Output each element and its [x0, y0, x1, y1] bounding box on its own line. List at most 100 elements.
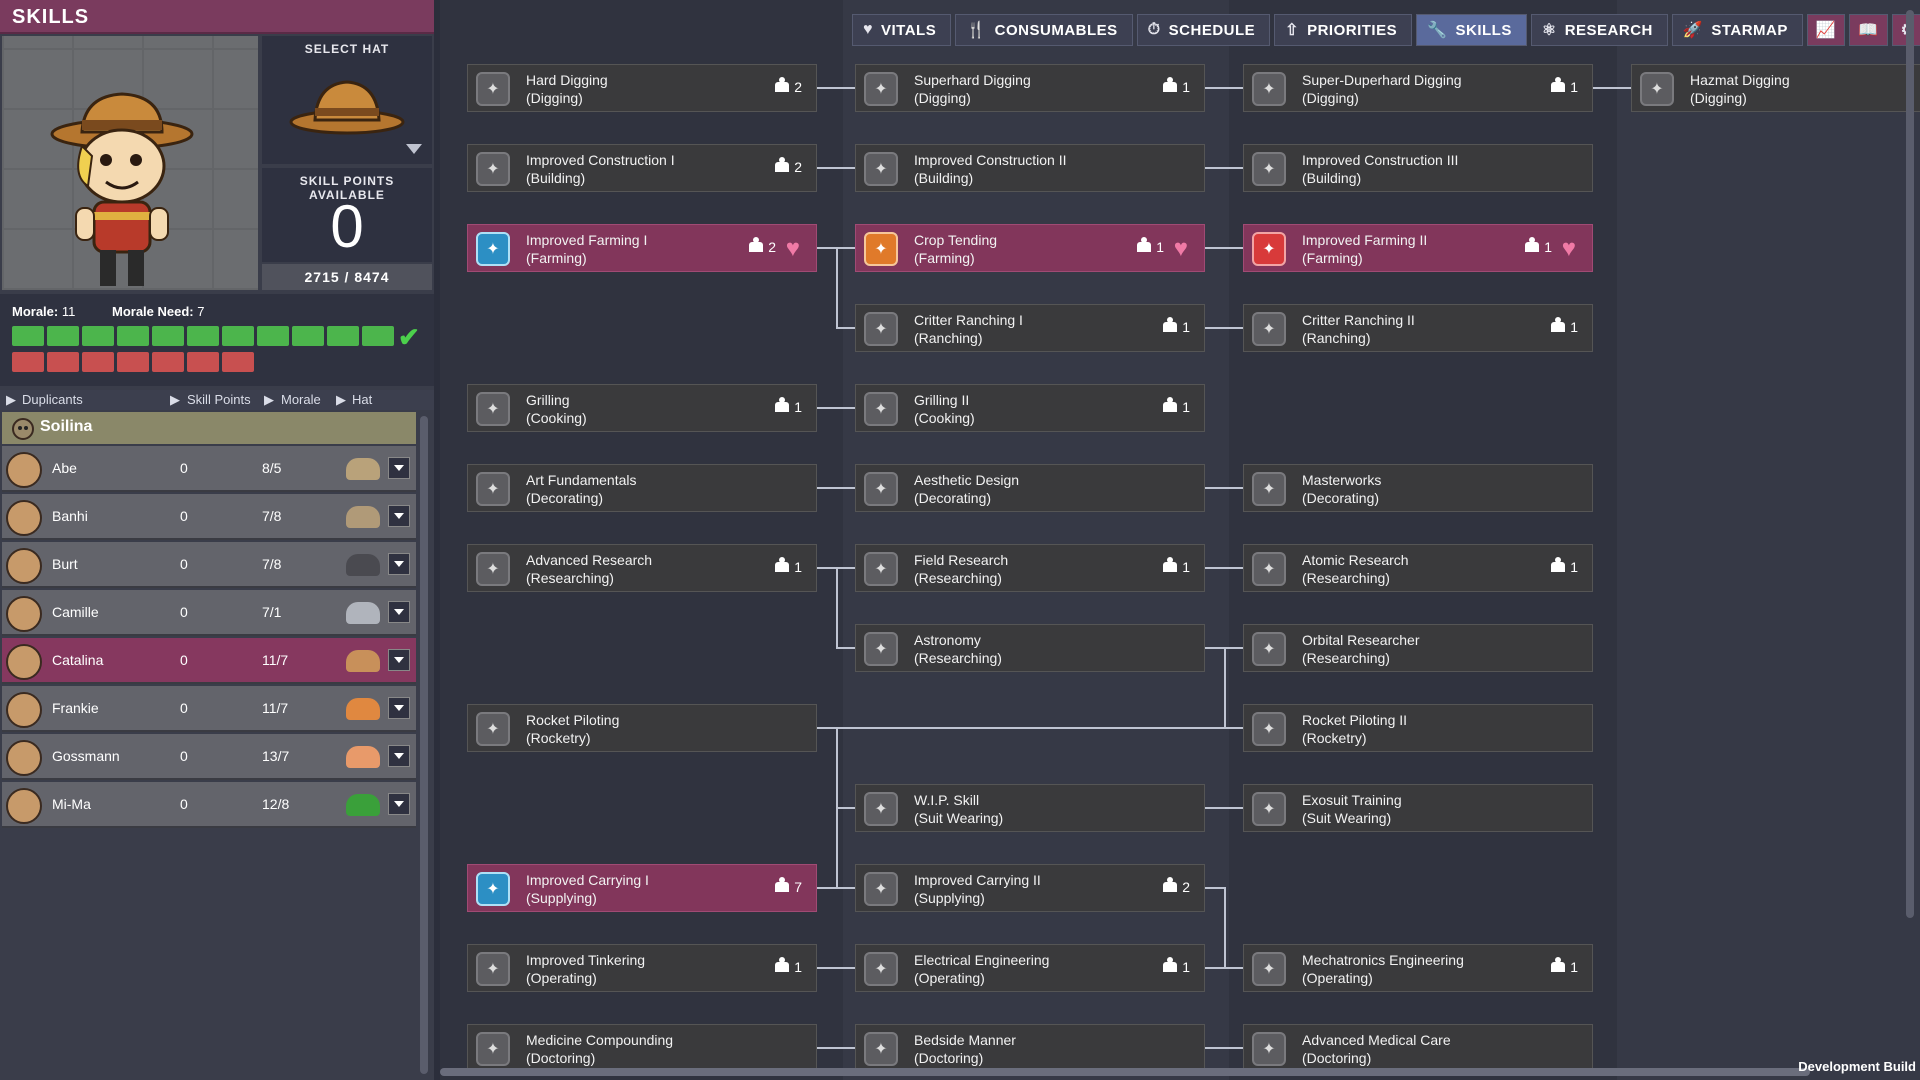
skill-orbital-researcher[interactable]: ✦ Orbital Researcher (Researching): [1243, 624, 1593, 672]
connector-line: [1205, 807, 1243, 809]
skill-improved-construction-3[interactable]: ✦ Improved Construction III (Building): [1243, 144, 1593, 192]
tab-skills[interactable]: 🔧 SKILLS: [1416, 14, 1527, 46]
select-hat-panel[interactable]: SELECT HAT: [262, 36, 432, 164]
connector-line: [836, 727, 838, 887]
skill-name: Grilling: [526, 392, 570, 408]
skill-text: Bedside Manner (Doctoring): [914, 1031, 1016, 1067]
skill-improved-tinkering[interactable]: ✦ Improved Tinkering (Operating) 1: [467, 944, 817, 992]
tab-schedule[interactable]: ⏱ SCHEDULE: [1136, 14, 1271, 46]
skill-bedside-manner[interactable]: ✦ Bedside Manner (Doctoring): [855, 1024, 1205, 1072]
tab-research[interactable]: ⚛ RESEARCH: [1530, 14, 1668, 46]
duplicant-row[interactable]: Abe 0 8/5: [2, 446, 416, 492]
header-hat[interactable]: Hat: [352, 392, 372, 407]
skill-exosuit-training[interactable]: ✦ Exosuit Training (Suit Wearing): [1243, 784, 1593, 832]
skill-improved-construction-2[interactable]: ✦ Improved Construction II (Building): [855, 144, 1205, 192]
duplicant-row[interactable]: Camille 0 7/1: [2, 590, 416, 636]
skill-tree-vertical-scrollbar[interactable]: [1906, 10, 1914, 918]
skill-advanced-medical-care[interactable]: ✦ Advanced Medical Care (Doctoring): [1243, 1024, 1593, 1072]
skill-hazmat-digging[interactable]: ✦ Hazmat Digging (Digging): [1631, 64, 1920, 112]
skill-owner-count: 1: [1525, 237, 1552, 255]
skill-critter-ranching-1[interactable]: ✦ Critter Ranching I (Ranching) 1: [855, 304, 1205, 352]
skill-atomic-research[interactable]: ✦ Atomic Research (Researching) 1: [1243, 544, 1593, 592]
duplicant-row[interactable]: Banhi 0 7/8: [2, 494, 416, 540]
skill-group: (Digging): [1302, 90, 1359, 106]
tab-label: PRIORITIES: [1307, 21, 1398, 39]
skill-tree-horizontal-scrollbar[interactable]: [440, 1068, 1810, 1076]
hat-dropdown-button[interactable]: [388, 697, 410, 719]
skill-electrical-engineering[interactable]: ✦ Electrical Engineering (Operating) 1: [855, 944, 1205, 992]
duplicant-row[interactable]: Mi-Ma 0 12/8: [2, 782, 416, 828]
skill-critter-ranching-2[interactable]: ✦ Critter Ranching II (Ranching) 1: [1243, 304, 1593, 352]
hat-dropdown-button[interactable]: [388, 553, 410, 575]
development-build-label: Development Build: [1798, 1059, 1916, 1074]
skill-owner-count: 1: [1551, 317, 1578, 335]
person-icon: [1551, 957, 1566, 972]
duplicant-row[interactable]: Frankie 0 11/7: [2, 686, 416, 732]
book-button[interactable]: 📖: [1849, 14, 1888, 46]
connector-line: [817, 87, 855, 89]
skill-text: Superhard Digging (Digging): [914, 71, 1031, 107]
avatar: [6, 644, 42, 680]
skill-field-research[interactable]: ✦ Field Research (Researching) 1: [855, 544, 1205, 592]
morale-need-cell: [187, 352, 219, 372]
skill-medicine-compounding[interactable]: ✦ Medicine Compounding (Doctoring): [467, 1024, 817, 1072]
skill-wip-skill[interactable]: ✦ W.I.P. Skill (Suit Wearing): [855, 784, 1205, 832]
hat-dropdown-button[interactable]: [388, 793, 410, 815]
skill-crop-tending[interactable]: ✦ Crop Tending (Farming) 1 ♥: [855, 224, 1205, 272]
duplicant-name: Banhi: [52, 508, 88, 524]
hat-dropdown-button[interactable]: [388, 601, 410, 623]
skill-improved-carrying-1[interactable]: ✦ Improved Carrying I (Supplying) 7: [467, 864, 817, 912]
duplicant-row[interactable]: Gossmann 0 13/7: [2, 734, 416, 780]
duplicant-row[interactable]: Catalina 0 11/7: [2, 638, 416, 684]
chevron-down-icon[interactable]: [406, 144, 422, 154]
skill-name: Aesthetic Design: [914, 472, 1020, 488]
hat-dropdown-button[interactable]: [388, 649, 410, 671]
skill-improved-carrying-2[interactable]: ✦ Improved Carrying II (Supplying) 2: [855, 864, 1205, 912]
skill-rocket-piloting-2[interactable]: ✦ Rocket Piloting II (Rocketry): [1243, 704, 1593, 752]
duplicant-skill-points: 0: [180, 796, 188, 812]
header-duplicants[interactable]: Duplicants: [22, 392, 83, 407]
header-skill-points[interactable]: Skill Points: [187, 392, 251, 407]
tab-starmap[interactable]: 🚀 STARMAP: [1671, 14, 1803, 46]
utensils-icon: 🍴: [966, 22, 987, 39]
skill-text: Rocket Piloting (Rocketry): [526, 711, 619, 747]
skill-improved-construction-1[interactable]: ✦ Improved Construction I (Building) 2: [467, 144, 817, 192]
skill-advanced-research[interactable]: ✦ Advanced Research (Researching) 1: [467, 544, 817, 592]
skill-name: Medicine Compounding: [526, 1032, 674, 1048]
skill-improved-farming-2[interactable]: ✦ Improved Farming II (Farming) 1 ♥: [1243, 224, 1593, 272]
skill-aesthetic-design[interactable]: ✦ Aesthetic Design (Decorating): [855, 464, 1205, 512]
skill-group: (Building): [1302, 170, 1362, 186]
tab-consumables[interactable]: 🍴 CONSUMABLES: [955, 14, 1133, 46]
duplicant-row[interactable]: Burt 0 7/8: [2, 542, 416, 588]
skill-group: (Operating): [1302, 970, 1373, 986]
connector-line: [817, 727, 836, 729]
header-morale[interactable]: Morale: [281, 392, 321, 407]
duplicant-group-row[interactable]: Soilina: [2, 412, 416, 444]
skill-icon: ✦: [864, 472, 898, 506]
duplicant-name: Catalina: [52, 652, 104, 668]
skill-grilling[interactable]: ✦ Grilling (Cooking) 1: [467, 384, 817, 432]
morale-cell-filled: [187, 326, 219, 346]
skill-improved-farming-1[interactable]: ✦ Improved Farming I (Farming) 2 ♥: [467, 224, 817, 272]
morale-cell-filled: [47, 326, 79, 346]
hat-dropdown-button[interactable]: [388, 745, 410, 767]
chart-button[interactable]: 📈: [1806, 14, 1846, 46]
skill-astronomy[interactable]: ✦ Astronomy (Researching): [855, 624, 1205, 672]
skill-rocket-piloting[interactable]: ✦ Rocket Piloting (Rocketry): [467, 704, 817, 752]
skill-hard-digging[interactable]: ✦ Hard Digging (Digging) 2: [467, 64, 817, 112]
skill-group: (Farming): [526, 250, 587, 266]
skill-super-duperhard-digging[interactable]: ✦ Super-Duperhard Digging (Digging) 1: [1243, 64, 1593, 112]
tab-vitals[interactable]: ♥ VITALS: [852, 14, 952, 46]
skill-art-fundamentals[interactable]: ✦ Art Fundamentals (Decorating): [467, 464, 817, 512]
duplicant-name: Gossmann: [52, 748, 120, 764]
hat-dropdown-button[interactable]: [388, 457, 410, 479]
skill-text: Masterworks (Decorating): [1302, 471, 1381, 507]
hat-icon: [346, 794, 380, 816]
tab-priorities[interactable]: ⇧ PRIORITIES: [1274, 14, 1413, 46]
skill-superhard-digging[interactable]: ✦ Superhard Digging (Digging) 1: [855, 64, 1205, 112]
skill-grilling-2[interactable]: ✦ Grilling II (Cooking) 1: [855, 384, 1205, 432]
duplicant-list-scrollbar[interactable]: [420, 416, 428, 1074]
skill-masterworks[interactable]: ✦ Masterworks (Decorating): [1243, 464, 1593, 512]
hat-dropdown-button[interactable]: [388, 505, 410, 527]
skill-mechatronics-engineering[interactable]: ✦ Mechatronics Engineering (Operating) 1: [1243, 944, 1593, 992]
